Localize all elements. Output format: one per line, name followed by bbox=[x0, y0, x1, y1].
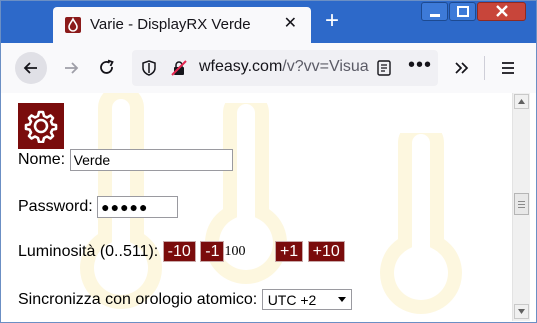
window-close-button[interactable] bbox=[477, 2, 526, 21]
vertical-scrollbar[interactable] bbox=[512, 93, 530, 321]
password-label: Password: bbox=[18, 198, 93, 215]
brightness-label: Luminosità (0..511): bbox=[18, 242, 159, 260]
scroll-up-arrow[interactable] bbox=[514, 94, 529, 109]
sync-label: Sincronizza con orologio atomico: bbox=[18, 290, 258, 308]
browser-window: Varie - DisplayRX Verde ✕ + wfeasy.com/v… bbox=[0, 0, 537, 323]
back-arrow-icon[interactable] bbox=[15, 52, 47, 84]
page-viewport: Nome: Password: Luminosità (0..511): -10… bbox=[1, 93, 536, 322]
brightness-plus10-button[interactable]: +10 bbox=[307, 241, 345, 262]
minimize-button[interactable] bbox=[421, 2, 448, 21]
maximize-button[interactable] bbox=[449, 2, 476, 21]
tab-active[interactable]: Varie - DisplayRX Verde ✕ bbox=[53, 7, 311, 43]
password-input[interactable] bbox=[97, 196, 179, 218]
toolbar-divider bbox=[484, 56, 485, 80]
url-bar[interactable]: wfeasy.com/v?vv=Visua ••• bbox=[132, 50, 438, 86]
reload-icon[interactable] bbox=[91, 52, 123, 84]
favicon-icon bbox=[65, 17, 81, 33]
scroll-down-arrow[interactable] bbox=[514, 304, 529, 319]
password-row: Password: bbox=[18, 196, 179, 218]
brightness-value[interactable]: 100 bbox=[224, 244, 268, 260]
plus-icon[interactable]: + bbox=[321, 9, 343, 33]
url-text[interactable]: wfeasy.com/v?vv=Visua bbox=[199, 58, 369, 76]
hamburger-menu-icon[interactable] bbox=[492, 52, 524, 84]
page-actions-more-icon[interactable]: ••• bbox=[408, 54, 432, 77]
brightness-minus10-button[interactable]: -10 bbox=[162, 241, 196, 262]
name-input[interactable] bbox=[69, 149, 233, 171]
shield-icon[interactable] bbox=[140, 59, 158, 82]
thermometer-icon bbox=[380, 133, 462, 314]
overflow-chevron-icon[interactable] bbox=[445, 52, 477, 84]
close-icon[interactable]: ✕ bbox=[284, 16, 297, 32]
gear-icon[interactable] bbox=[18, 103, 64, 149]
title-bar: Varie - DisplayRX Verde ✕ + bbox=[1, 1, 536, 43]
brightness-row: Luminosità (0..511): -10 -1 100 +1 +10 bbox=[18, 241, 345, 262]
name-row: Nome: bbox=[18, 149, 233, 171]
timezone-select[interactable]: UTC +2 bbox=[261, 289, 352, 310]
name-label: Nome: bbox=[18, 151, 66, 168]
timezone-selected-value: UTC +2 bbox=[267, 292, 317, 308]
sync-row: Sincronizza con orologio atomico: UTC +2 bbox=[18, 289, 352, 310]
reader-view-icon[interactable] bbox=[376, 60, 392, 81]
nav-toolbar: wfeasy.com/v?vv=Visua ••• bbox=[1, 43, 536, 94]
tab-title: Varie - DisplayRX Verde bbox=[90, 16, 251, 33]
brightness-minus1-button[interactable]: -1 bbox=[200, 241, 225, 262]
forward-arrow-icon[interactable] bbox=[55, 52, 87, 84]
chevron-down-icon bbox=[337, 297, 346, 302]
insecure-lock-icon[interactable] bbox=[170, 59, 188, 82]
brightness-plus1-button[interactable]: +1 bbox=[274, 241, 304, 262]
scrollbar-thumb[interactable] bbox=[514, 193, 529, 215]
